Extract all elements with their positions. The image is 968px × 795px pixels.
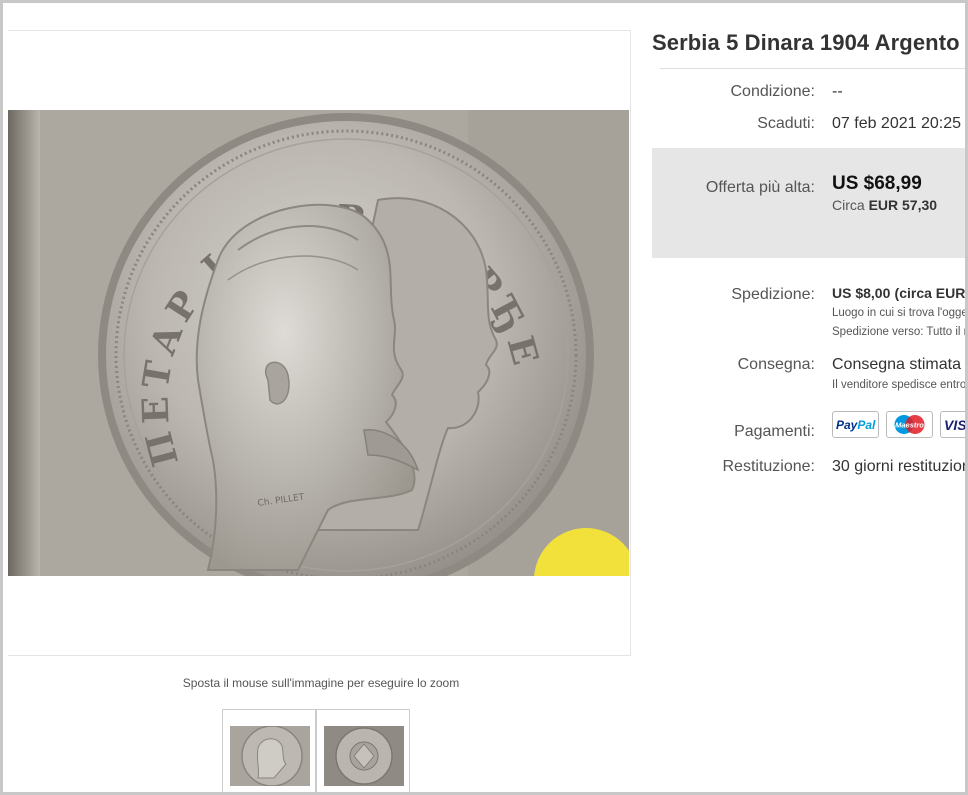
shipping-label: Spedizione:	[731, 286, 815, 303]
visa-logo: VISA	[940, 411, 968, 438]
condition-label: Condizione:	[730, 83, 816, 100]
returns-label: Restituzione:	[722, 458, 816, 475]
visa-logo-text: VISA	[944, 417, 968, 433]
paypal-logo: PayPal	[832, 411, 879, 438]
returns-value: 30 giorni restituzione	[832, 458, 968, 475]
maestro-logo: Maestro	[886, 411, 933, 438]
highest-bid-label: Offerta più alta:	[705, 179, 815, 196]
ended-label: Scaduti:	[757, 115, 815, 132]
shipping-price-row: US $8,00 (circa EUR	[832, 285, 968, 302]
ended-value: 07 feb 2021 20:25	[832, 115, 962, 132]
delivery-value: Consegna stimata	[832, 356, 961, 373]
bid-approx: Circa EUR 57,30	[832, 197, 937, 213]
shipping-destination: Spedizione verso: Tutto il mondo	[832, 326, 968, 338]
shipping-approx: (circa EUR	[894, 285, 966, 301]
highest-bid-price: US $68,99	[832, 173, 922, 194]
bid-approx-prefix: Circa	[832, 197, 865, 213]
listing-title: Serbia 5 Dinara 1904 Argento	[652, 30, 960, 55]
shipping-location: Luogo in cui si trova l'oggetto	[832, 307, 968, 319]
condition-value: --	[832, 83, 843, 100]
thumbnail-obverse[interactable]	[222, 709, 316, 793]
maestro-text: Maestro	[895, 421, 924, 430]
delivery-label: Consegna:	[737, 356, 815, 373]
thumbnail-reverse-image	[324, 726, 404, 786]
thumbnail-reverse[interactable]	[316, 709, 410, 793]
coin-obverse-image: ПЕТАР I. КАРАЂОРЂЕ Ch. PILLET	[8, 110, 629, 576]
paypal-logo-text: PayPal	[836, 418, 876, 432]
payments-label: Pagamenti:	[734, 423, 815, 440]
main-item-image[interactable]: ПЕТАР I. КАРАЂОРЂЕ Ch. PILLET	[8, 110, 629, 576]
shipping-price: US $8,00	[832, 285, 891, 301]
maestro-icon: Maestro	[894, 415, 925, 434]
title-divider	[660, 68, 968, 69]
delivery-note: Il venditore spedisce entro	[832, 379, 967, 391]
zoom-hint: Sposta il mouse sull'immagine per esegui…	[182, 676, 460, 690]
bid-approx-value: EUR 57,30	[868, 197, 938, 213]
thumbnail-obverse-image	[230, 726, 310, 786]
